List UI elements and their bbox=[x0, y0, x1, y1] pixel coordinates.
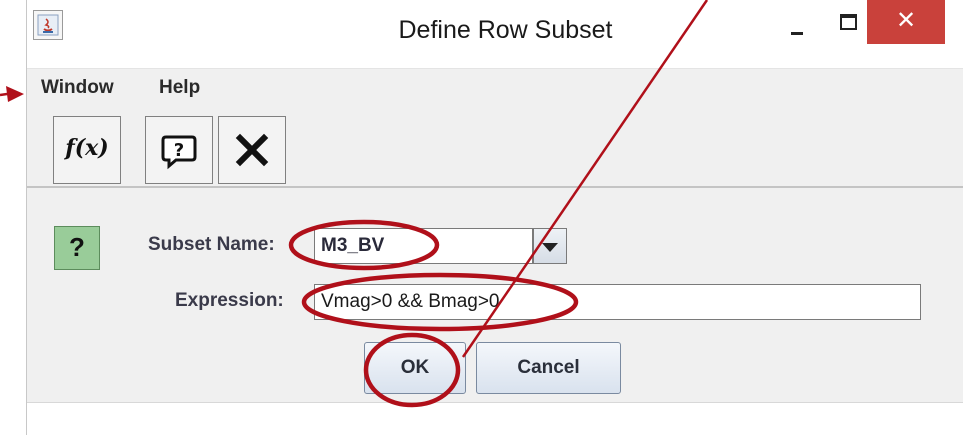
annotation-circle-expression bbox=[301, 272, 579, 332]
annotation-overlay bbox=[0, 0, 709, 408]
annotation-pointer-line bbox=[461, 0, 709, 358]
annotation-circle-subset-name bbox=[288, 219, 440, 271]
annotation-circle-ok bbox=[363, 332, 461, 408]
